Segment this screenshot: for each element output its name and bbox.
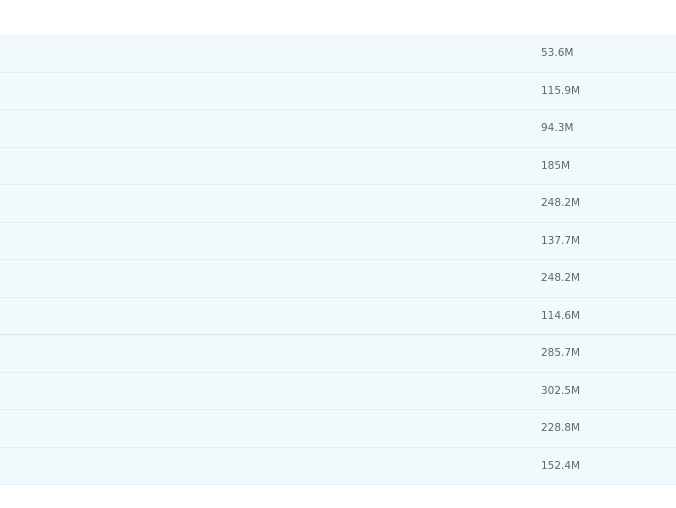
file-table: 53.6M 115.9M 94.3M 185M 248.2M 137.7M 24…	[0, 35, 676, 485]
row-name-cell	[0, 223, 520, 260]
row-name-cell	[0, 185, 520, 222]
row-name-cell	[0, 448, 520, 485]
row-name-cell	[0, 410, 520, 447]
row-size: 152.4M	[541, 459, 581, 472]
row-name-cell	[0, 298, 520, 335]
table-row[interactable]: 302.5M	[0, 372, 676, 410]
row-size: 248.2M	[541, 272, 581, 284]
row-name-cell	[0, 73, 520, 110]
row-size: 115.9M	[541, 84, 581, 97]
row-size: 94.3M	[541, 122, 574, 134]
row-size: 185M	[541, 159, 571, 172]
table-row[interactable]: 152.4M	[0, 447, 676, 485]
table-row[interactable]: 114.6M	[0, 297, 676, 335]
row-name-cell	[0, 260, 520, 297]
row-size: 114.6M	[541, 309, 581, 322]
row-name-cell	[0, 110, 520, 147]
table-row[interactable]: 228.8M	[0, 410, 676, 448]
table-row[interactable]: 248.2M	[0, 260, 676, 298]
row-name-cell	[0, 148, 520, 185]
table-row[interactable]: 285.7M	[0, 335, 676, 373]
row-size: 228.8M	[541, 422, 581, 434]
page: 53.6M 115.9M 94.3M 185M 248.2M 137.7M 24…	[0, 0, 676, 508]
row-name-cell	[0, 373, 520, 410]
table-row[interactable]: 185M	[0, 147, 676, 185]
row-name-cell	[0, 35, 520, 72]
table-row[interactable]: 94.3M	[0, 110, 676, 148]
row-size: 53.6M	[541, 47, 574, 59]
row-size: 302.5M	[541, 384, 581, 397]
table-row[interactable]: 248.2M	[0, 185, 676, 223]
row-size: 137.7M	[541, 234, 581, 247]
row-size: 248.2M	[541, 197, 581, 209]
row-name-cell	[0, 335, 520, 372]
table-row[interactable]: 137.7M	[0, 222, 676, 260]
row-size: 285.7M	[541, 347, 581, 359]
table-row[interactable]: 115.9M	[0, 72, 676, 110]
table-row[interactable]: 53.6M	[0, 35, 676, 73]
